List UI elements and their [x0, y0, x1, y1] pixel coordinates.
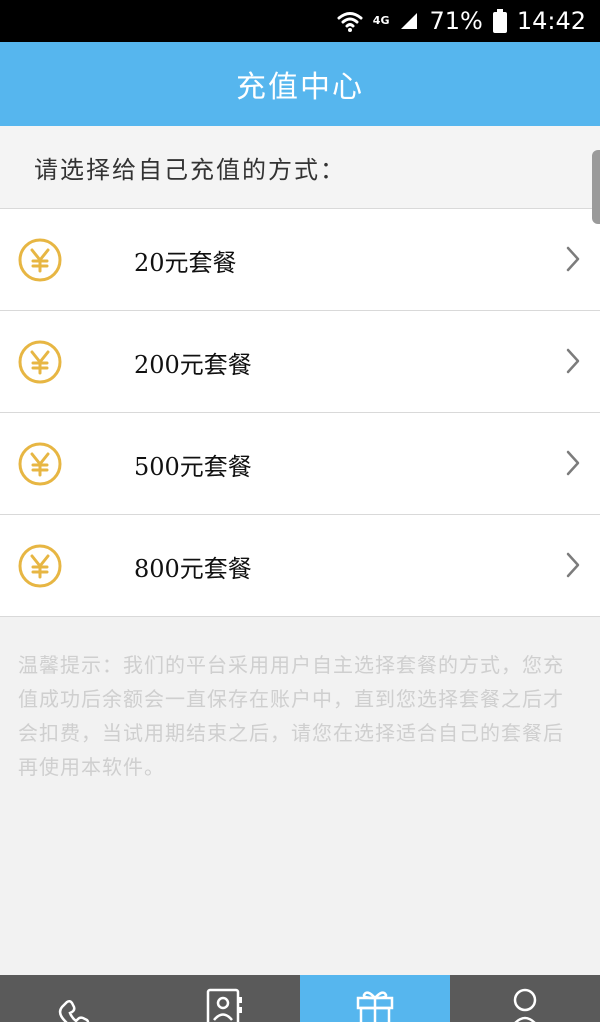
gift-icon — [356, 991, 394, 1022]
wifi-icon — [337, 12, 363, 32]
package-label: 500元套餐 — [134, 453, 252, 481]
yen-coin-icon — [18, 340, 62, 384]
chevron-right-icon — [566, 552, 580, 578]
nav-contacts[interactable] — [150, 975, 300, 1022]
clock: 14:42 — [516, 7, 586, 35]
package-item-500[interactable]: 500元套餐 — [0, 413, 600, 515]
section-label: 请选择给自己充值的方式： — [34, 156, 346, 184]
network-type: 4G — [372, 14, 390, 27]
yen-coin-icon — [18, 544, 62, 588]
package-label: 800元套餐 — [134, 555, 252, 583]
battery-icon — [492, 9, 507, 33]
page-title: 充值中心 — [236, 70, 364, 105]
signal-icon — [401, 13, 418, 29]
nav-phone[interactable] — [0, 975, 150, 1022]
yen-coin-icon — [18, 238, 62, 282]
battery-percentage: 71% — [429, 7, 483, 35]
chevron-right-icon — [566, 450, 580, 476]
bottom-navigation — [0, 975, 600, 1022]
yen-coin-icon — [18, 442, 62, 486]
user-icon — [513, 988, 537, 1022]
contacts-icon — [206, 988, 242, 1022]
package-label: 200元套餐 — [134, 351, 252, 379]
app-header: 充值中心 — [0, 42, 600, 126]
tip-text: 温馨提示：我们的平台采用用户自主选择套餐的方式，您充值成功后余额会一直保存在账户… — [18, 653, 564, 779]
nav-user[interactable] — [450, 975, 600, 1022]
package-list: 20元套餐 200元套餐 500元套餐 800元套餐 — [0, 209, 600, 617]
nav-gift[interactable] — [300, 975, 450, 1022]
edge-panel-handle[interactable] — [592, 150, 600, 224]
status-icons: 4G 71% 14:42 — [337, 6, 586, 36]
section-header: 请选择给自己充值的方式： — [0, 126, 600, 209]
package-item-800[interactable]: 800元套餐 — [0, 515, 600, 617]
package-item-20[interactable]: 20元套餐 — [0, 209, 600, 311]
package-label: 20元套餐 — [134, 249, 237, 277]
status-bar: 4G 71% 14:42 — [0, 0, 600, 42]
phone-icon — [58, 999, 90, 1022]
chevron-right-icon — [566, 246, 580, 272]
package-item-200[interactable]: 200元套餐 — [0, 311, 600, 413]
chevron-right-icon — [566, 348, 580, 374]
